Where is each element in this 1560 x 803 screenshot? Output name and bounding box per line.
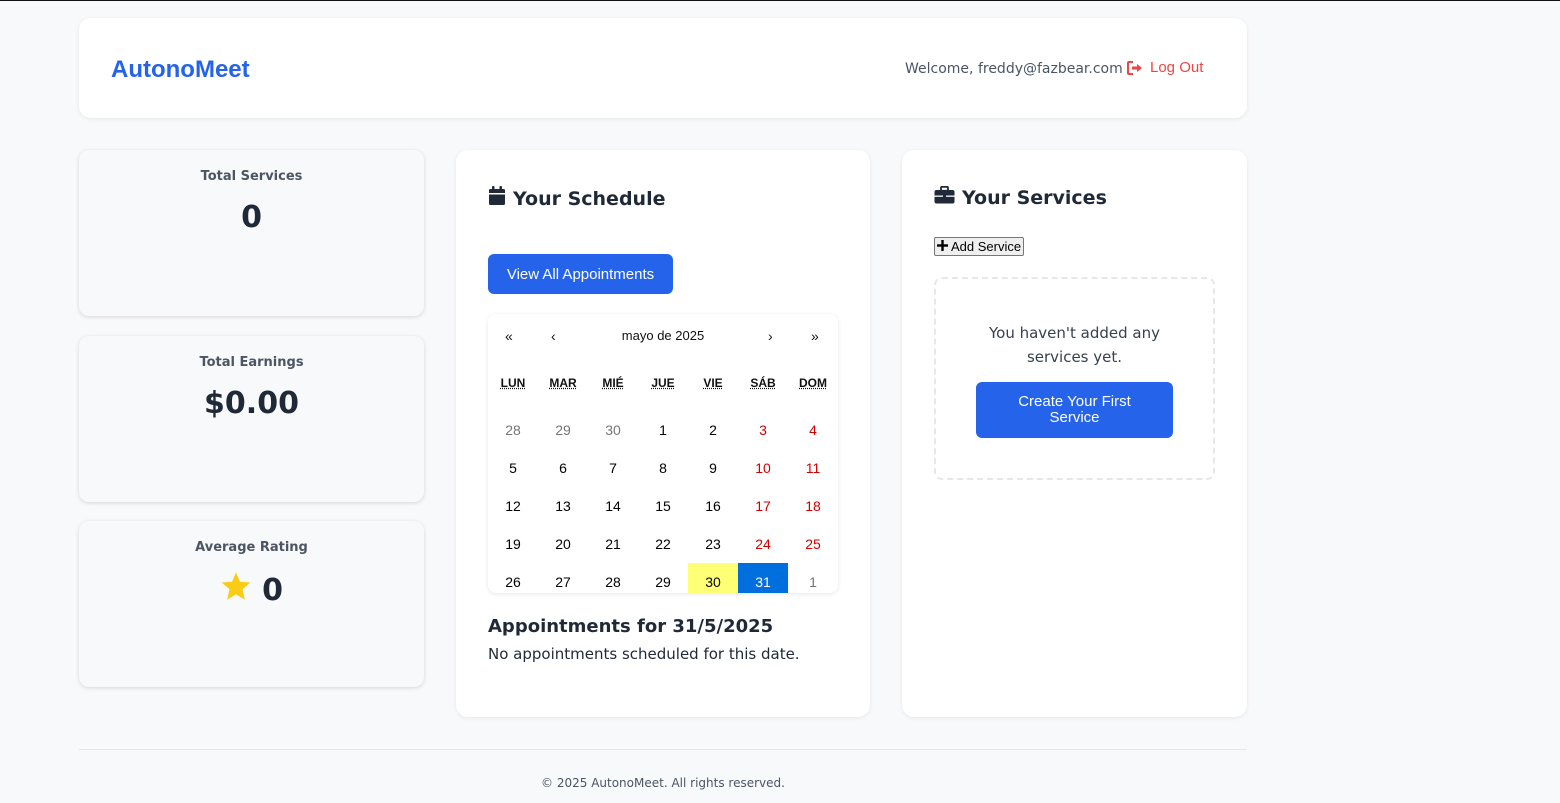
calendar-day[interactable]: 17 (738, 487, 788, 525)
add-service-label: Add Service (951, 239, 1022, 254)
calendar-weekday: SÁB (750, 376, 776, 390)
calendar-day[interactable]: 8 (638, 449, 688, 487)
calendar-day[interactable]: 23 (688, 525, 738, 563)
services-card: Your Services Add Service You haven't ad… (902, 150, 1247, 717)
calendar-month-label[interactable]: mayo de 2025 (488, 328, 838, 343)
calendar-day[interactable]: 24 (738, 525, 788, 563)
stat-value: 0 (241, 200, 262, 235)
calendar-weekday: DOM (799, 376, 827, 390)
calendar-weekday: LUN (500, 376, 526, 390)
calendar-day[interactable]: 13 (538, 487, 588, 525)
calendar-weekday: JUE (651, 376, 675, 390)
logout-button[interactable]: Log Out (1127, 59, 1203, 76)
calendar-day[interactable]: 1 (788, 563, 838, 593)
calendar-icon (488, 186, 506, 211)
stat-label: Total Earnings (199, 355, 304, 370)
calendar-day[interactable]: 30 (688, 563, 738, 593)
stat-card-average-rating: Average Rating 0 (79, 521, 424, 687)
rating-value-row: 0 (79, 571, 424, 609)
calendar-day[interactable]: 22 (638, 525, 688, 563)
brand-logo[interactable]: AutonoMeet (111, 56, 250, 84)
stat-card-total-earnings: Total Earnings $0.00 (79, 336, 424, 502)
calendar-next-year-button[interactable]: » (811, 328, 819, 344)
star-icon (220, 571, 252, 609)
welcome-text: Welcome, freddy@fazbear.com (905, 61, 1123, 77)
stat-label: Average Rating (195, 540, 308, 555)
calendar-day[interactable]: 27 (538, 563, 588, 593)
services-title-text: Your Services (962, 186, 1107, 209)
stat-value: $0.00 (204, 386, 299, 421)
calendar-day[interactable]: 19 (488, 525, 538, 563)
calendar-day[interactable]: 29 (638, 563, 688, 593)
calendar-day[interactable]: 21 (588, 525, 638, 563)
calendar-next-month-button[interactable]: › (768, 328, 773, 344)
calendar-day[interactable]: 7 (588, 449, 638, 487)
calendar-day[interactable]: 25 (788, 525, 838, 563)
calendar-day[interactable]: 18 (788, 487, 838, 525)
calendar-day[interactable]: 15 (638, 487, 688, 525)
sign-out-icon (1127, 60, 1143, 75)
footer-copyright: © 2025 AutonoMeet. All rights reserved. (541, 776, 785, 790)
create-first-service-button[interactable]: Create Your First Service (976, 382, 1173, 438)
calendar-day[interactable]: 2 (688, 411, 738, 449)
appointments-title: Appointments for 31/5/2025 (488, 616, 774, 637)
calendar-day[interactable]: 31 (738, 563, 788, 593)
top-header: AutonoMeet Welcome, freddy@fazbear.com L… (79, 18, 1247, 118)
calendar-day[interactable]: 14 (588, 487, 638, 525)
calendar-day[interactable]: 28 (488, 411, 538, 449)
schedule-title: Your Schedule (488, 186, 665, 211)
calendar-day[interactable]: 4 (788, 411, 838, 449)
services-empty-state: You haven't added any services yet. Crea… (934, 277, 1215, 480)
logout-label: Log Out (1150, 59, 1204, 76)
stat-value: 0 (262, 572, 283, 608)
calendar-day[interactable]: 6 (538, 449, 588, 487)
schedule-title-text: Your Schedule (513, 187, 666, 210)
calendar-day[interactable]: 12 (488, 487, 538, 525)
appointments-empty-text: No appointments scheduled for this date. (488, 645, 800, 663)
stat-label: Total Services (200, 169, 303, 184)
calendar-day[interactable]: 29 (538, 411, 588, 449)
stat-card-total-services: Total Services 0 (79, 150, 424, 316)
calendar-day[interactable]: 5 (488, 449, 538, 487)
add-service-button[interactable]: Add Service (934, 237, 1024, 256)
services-title: Your Services (934, 185, 1107, 209)
calendar-day[interactable]: 3 (738, 411, 788, 449)
calendar-weekday: MIÉ (602, 376, 624, 390)
calendar-day[interactable]: 9 (688, 449, 738, 487)
calendar-day[interactable]: 10 (738, 449, 788, 487)
schedule-card: Your Schedule View All Appointments « ‹ … (456, 150, 870, 717)
plus-icon (937, 239, 948, 254)
calendar-weekday: VIE (703, 376, 723, 390)
calendar-day[interactable]: 26 (488, 563, 538, 593)
view-all-appointments-button[interactable]: View All Appointments (488, 254, 673, 294)
calendar: « ‹ mayo de 2025 › » LUN MAR MIÉ JUE VIE SÁB D… (488, 314, 838, 593)
calendar-grid: LUN MAR MIÉ JUE VIE SÁB DOM 28 29 30 1 2 3 4 5 6 7 8 9 10 11… (488, 373, 838, 593)
calendar-day[interactable]: 20 (538, 525, 588, 563)
calendar-day[interactable]: 1 (638, 411, 688, 449)
calendar-day[interactable]: 11 (788, 449, 838, 487)
services-empty-text: You haven't added any services yet. (988, 324, 1161, 366)
calendar-day[interactable]: 16 (688, 487, 738, 525)
calendar-day[interactable]: 30 (588, 411, 638, 449)
calendar-weekday: MAR (549, 376, 577, 390)
footer-divider (79, 749, 1247, 750)
briefcase-icon (934, 185, 955, 209)
calendar-day[interactable]: 28 (588, 563, 638, 593)
